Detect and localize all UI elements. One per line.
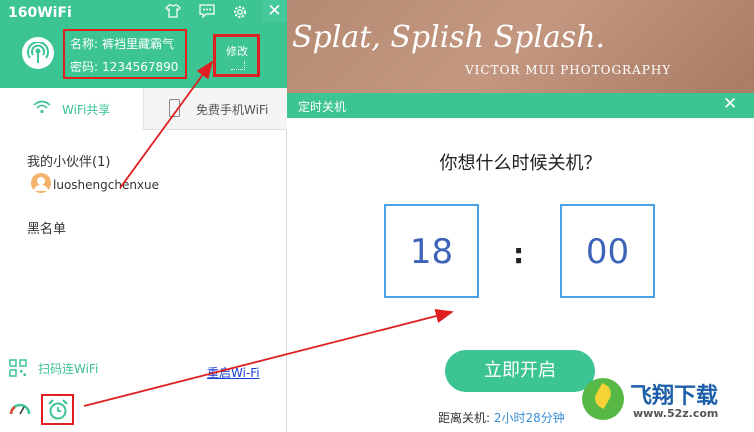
- annotation-arrows: [83, 60, 454, 407]
- arrow-to-dialog: [83, 309, 454, 407]
- arrow-to-modify: [119, 60, 214, 189]
